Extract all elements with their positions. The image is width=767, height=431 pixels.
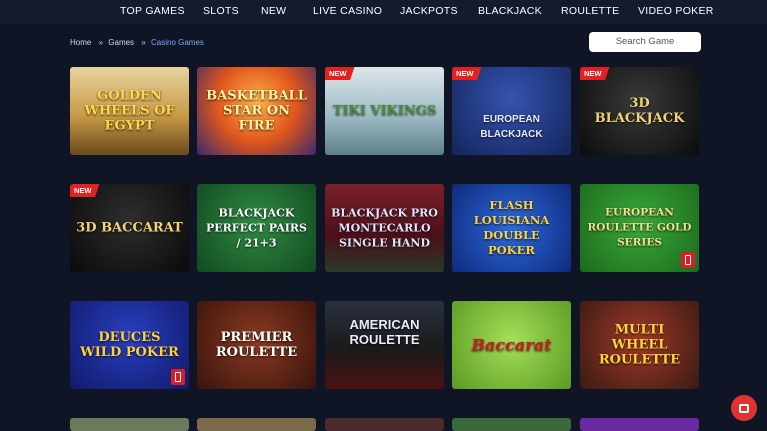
game-title: TIKI VIKINGS	[332, 103, 437, 119]
new-badge: NEW	[70, 184, 100, 197]
breadcrumb: Home » Games » Casino Games	[70, 38, 204, 47]
game-tile-partial[interactable]	[325, 418, 444, 431]
new-badge: NEW	[452, 67, 482, 80]
game-title: EUROPEAN ROULETTE GOLD SERIES	[587, 206, 692, 249]
game-tile-blackjack-pro[interactable]: BLACKJACK PRO MONTECARLO SINGLE HAND	[325, 184, 444, 272]
chat-icon	[739, 403, 749, 413]
nav-slots[interactable]: SLOTS	[203, 5, 239, 17]
new-badge: NEW	[325, 67, 355, 80]
game-tile-multi-wheel-roulette[interactable]: MULTI WHEEL ROULETTE	[580, 301, 699, 389]
game-title: 3D BLACKJACK	[594, 96, 685, 126]
game-title: 3D BACCARAT	[76, 220, 183, 236]
game-title: GOLDEN WHEELS OF EGYPT	[84, 88, 175, 134]
breadcrumb-games[interactable]: Games	[108, 38, 134, 47]
game-tile-deuces-wild-poker[interactable]: DEUCES WILD POKER	[70, 301, 189, 389]
game-title: PREMIER ROULETTE	[215, 330, 298, 360]
game-title: AMERICAN ROULETTE	[349, 316, 420, 347]
game-title: BLACKJACK PERFECT PAIRS / 21+3	[206, 206, 307, 250]
game-title: Baccarat	[471, 335, 552, 355]
game-tile-blackjack-perfect-pairs[interactable]: BLACKJACK PERFECT PAIRS / 21+3	[197, 184, 316, 272]
game-tile-partial[interactable]	[452, 418, 571, 431]
game-tile-baccarat[interactable]: Baccarat	[452, 301, 571, 389]
nav-new[interactable]: NEW	[261, 5, 286, 17]
game-tile-partial[interactable]	[70, 418, 189, 431]
top-navigation: TOP GAMES SLOTS NEW LIVE CASINO JACKPOTS…	[0, 0, 767, 24]
breadcrumb-home[interactable]: Home	[70, 38, 91, 47]
game-title: FLASH LOUISIANA DOUBLE POKER	[473, 198, 550, 257]
breadcrumb-current[interactable]: Casino Games	[151, 38, 204, 47]
game-tile-golden-wheels-of-egypt[interactable]: GOLDEN WHEELS OF EGYPT	[70, 67, 189, 155]
game-tile-european-roulette[interactable]: EUROPEAN ROULETTE GOLD SERIES	[580, 184, 699, 272]
game-tile-3d-blackjack[interactable]: 3D BLACKJACK NEW	[580, 67, 699, 155]
game-tile-premier-roulette[interactable]: PREMIER ROULETTE	[197, 301, 316, 389]
search-game-input[interactable]: Search Game	[589, 32, 701, 52]
chat-button[interactable]	[731, 395, 757, 421]
nav-video-poker[interactable]: VIDEO POKER	[638, 5, 714, 17]
breadcrumb-separator: »	[98, 38, 104, 47]
nav-live-casino[interactable]: LIVE CASINO	[313, 5, 382, 17]
game-title: DEUCES WILD POKER	[80, 330, 179, 360]
game-tile-partial[interactable]	[580, 418, 699, 431]
new-badge: NEW	[580, 67, 610, 80]
game-title: BLACKJACK PRO MONTECARLO SINGLE HAND	[331, 206, 438, 250]
breadcrumb-separator: »	[141, 38, 146, 47]
mobile-icon	[681, 252, 695, 268]
game-tile-tiki-vikings[interactable]: TIKI VIKINGS NEW	[325, 67, 444, 155]
nav-blackjack[interactable]: BLACKJACK	[478, 5, 542, 17]
game-tile-european-blackjack[interactable]: EUROPEAN BLACKJACK NEW	[452, 67, 571, 155]
nav-jackpots[interactable]: JACKPOTS	[400, 5, 458, 17]
game-title: BASKETBALL STAR ON FIRE	[206, 88, 307, 134]
game-tile-american-roulette[interactable]: AMERICAN ROULETTE	[325, 301, 444, 389]
nav-roulette[interactable]: ROULETTE	[561, 5, 619, 17]
mobile-icon	[171, 369, 185, 385]
game-tile-3d-baccarat[interactable]: 3D BACCARAT NEW	[70, 184, 189, 272]
game-title: EUROPEAN BLACKJACK	[480, 113, 543, 140]
nav-top-games[interactable]: TOP GAMES	[120, 5, 185, 17]
game-tile-basketball-star-on-fire[interactable]: BASKETBALL STAR ON FIRE	[197, 67, 316, 155]
game-tile-partial[interactable]	[197, 418, 316, 431]
game-tile-louisiana-double-poker[interactable]: FLASH LOUISIANA DOUBLE POKER	[452, 184, 571, 272]
game-title: MULTI WHEEL ROULETTE	[598, 322, 681, 368]
